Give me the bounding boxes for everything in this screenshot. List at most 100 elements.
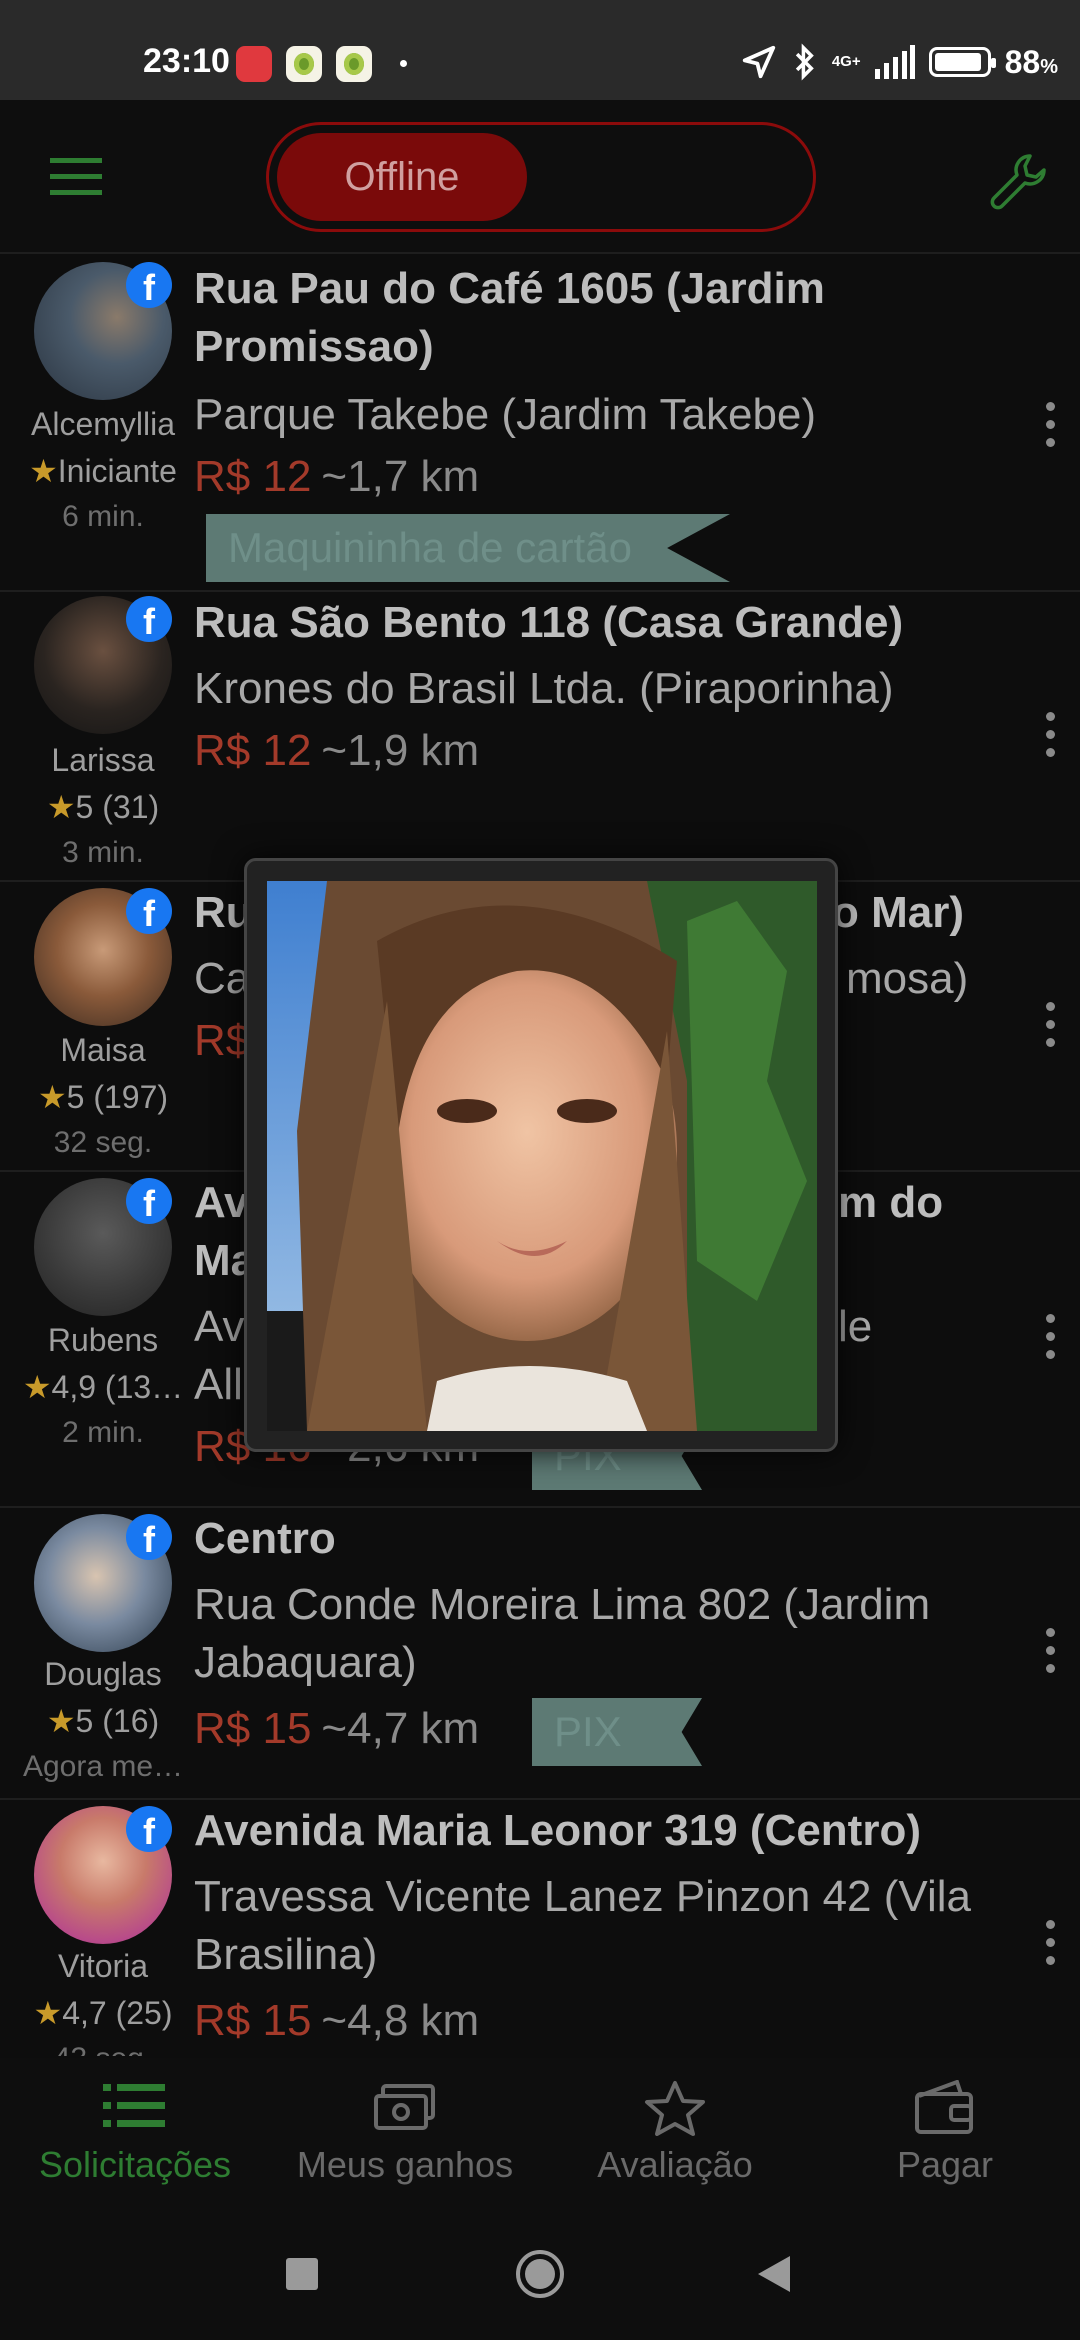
star-icon: ★	[33, 1995, 63, 2031]
payment-tag: PIX	[532, 1698, 702, 1766]
facebook-icon: f	[126, 1178, 172, 1224]
pickup-address: Centro	[194, 1514, 336, 1563]
profile-photo-popup[interactable]	[244, 858, 838, 1452]
ride-request-row[interactable]: f Larissa ★5 (31) 3 min. Rua São Bento 1…	[0, 592, 1080, 882]
status-bar: 23:10 4G+ 88%	[0, 0, 1080, 100]
facebook-icon: f	[126, 888, 172, 934]
home-button[interactable]	[514, 2248, 566, 2300]
request-time: 43 seg.	[0, 2042, 206, 2056]
bottom-navigation: Solicitações Meus ganhos Avaliação Pagar	[0, 2058, 1080, 2208]
dropoff-address-end: mosa)	[846, 954, 969, 1003]
more-notifications-dot	[400, 60, 407, 67]
client-rating: ★5 (197)	[37, 1079, 169, 1115]
more-options-icon[interactable]	[1046, 1314, 1058, 1360]
facebook-icon: f	[126, 262, 172, 308]
client-rating: ★4,7 (25)	[33, 1995, 173, 2031]
pickup-address-end: m do	[838, 1178, 944, 1227]
avocado-notification-icon	[286, 46, 322, 82]
system-indicators: 4G+ 88%	[740, 40, 1058, 84]
tab-pagar[interactable]: Pagar	[810, 2058, 1080, 2208]
star-icon: ★	[46, 1703, 76, 1739]
pickup-address: Rua São Bento 118 (Casa Grande)	[194, 598, 904, 647]
money-icon	[374, 2084, 435, 2130]
payment-tag: Maquininha de cartão	[206, 514, 730, 582]
star-icon	[645, 2081, 705, 2136]
tab-meus-ganhos[interactable]: Meus ganhos	[270, 2058, 540, 2208]
tab-label: Pagar	[896, 2144, 994, 2185]
fare-info: R$ 15 ~4,7 km	[194, 1704, 479, 1754]
clock: 23:10	[143, 42, 230, 80]
client-rating: ★5 (31)	[46, 789, 160, 825]
tab-label: Avaliação	[597, 2144, 753, 2185]
distance: ~1,9 km	[321, 726, 480, 775]
tab-solicitacoes[interactable]: Solicitações	[0, 2058, 270, 2208]
client-rating: ★4,9 (13…	[22, 1369, 184, 1405]
pickup-address: Avenida Maria Leonor 319 (Centro)	[194, 1806, 921, 1855]
client-name: Vitoria	[57, 1948, 149, 1984]
fare-info: R$ 12 ~1,7 km	[194, 452, 479, 502]
ride-request-row[interactable]: f Vitoria ★4,7 (25) 43 seg. Avenida Mari…	[0, 1800, 1080, 2056]
request-time: 6 min.	[62, 500, 144, 533]
client-name: Maisa	[60, 1032, 146, 1068]
request-time: 32 seg.	[53, 1126, 153, 1159]
wrench-settings-icon[interactable]	[986, 150, 1050, 214]
bluetooth-icon	[795, 43, 814, 81]
fare-info: R$ 15 ~4,8 km	[194, 1996, 479, 2046]
client-name: Larissa	[51, 742, 155, 778]
more-options-icon[interactable]	[1046, 1628, 1058, 1674]
pickup-address-end: o Mar)	[832, 888, 964, 937]
app-notification-icon	[236, 46, 272, 82]
ride-request-row[interactable]: f Douglas ★5 (16) Agora me… Centro Rua C…	[0, 1508, 1080, 1800]
client-name: Douglas	[44, 1656, 162, 1692]
fare: R$	[194, 1016, 251, 1065]
request-time: 3 min.	[62, 836, 144, 869]
back-button[interactable]	[756, 2254, 792, 2294]
more-options-icon[interactable]	[1046, 402, 1058, 448]
tab-avaliacao[interactable]: Avaliação	[540, 2058, 810, 2208]
fare: R$ 12	[194, 726, 312, 775]
facebook-icon: f	[126, 1806, 172, 1852]
dropoff-address-end: le	[838, 1302, 873, 1351]
battery-icon	[928, 47, 996, 77]
fare: R$ 12	[194, 452, 312, 501]
more-options-icon[interactable]	[1046, 712, 1058, 758]
top-toolbar: Offline	[0, 100, 1080, 254]
fare: R$ 15	[194, 1996, 312, 2045]
dropoff-address: Parque Takebe (Jardim Takebe)	[194, 390, 817, 439]
system-navigation-bar	[0, 2208, 1080, 2340]
more-options-icon[interactable]	[1046, 1002, 1058, 1048]
client-name: Rubens	[47, 1322, 159, 1358]
star-icon: ★	[37, 1079, 67, 1115]
tab-label: Solicitações	[38, 2144, 232, 2185]
fare-info: R$ 12 ~1,9 km	[194, 726, 479, 776]
star-icon: ★	[22, 1369, 52, 1405]
distance: ~4,8 km	[321, 1996, 480, 2045]
wallet-icon	[915, 2080, 973, 2134]
online-offline-toggle[interactable]: Offline	[266, 122, 816, 232]
star-icon: ★	[29, 453, 58, 489]
star-icon: ★	[46, 789, 76, 825]
distance: ~1,7 km	[321, 452, 480, 501]
dropoff-address: Travessa Vicente Lanez Pinzon 42 (Vila B…	[194, 1872, 971, 1979]
list-icon	[103, 2084, 165, 2127]
signal-icon	[874, 45, 915, 79]
facebook-icon: f	[126, 596, 172, 642]
dropoff-address: Rua Conde Moreira Lima 802 (Jardim Jabaq…	[194, 1580, 931, 1687]
offline-status-pill[interactable]: Offline	[277, 133, 527, 221]
client-rating: ★Iniciante	[29, 453, 177, 489]
ride-request-row[interactable]: f Alcemyllia ★Iniciante 6 min. Rua Pau d…	[0, 256, 1080, 592]
hamburger-menu-icon[interactable]	[50, 158, 106, 198]
request-time: 2 min.	[62, 1416, 144, 1449]
client-rating: ★5 (16)	[46, 1703, 160, 1739]
dropoff-address: Krones do Brasil Ltda. (Piraporinha)	[194, 664, 894, 713]
more-options-icon[interactable]	[1046, 1920, 1058, 1966]
profile-photo-image	[267, 881, 817, 1431]
request-time: Agora me…	[22, 1750, 184, 1783]
profile-photo	[267, 881, 817, 1431]
recent-apps-button[interactable]	[284, 2256, 320, 2292]
fare: R$ 15	[194, 1704, 312, 1753]
client-name: Alcemyllia	[30, 406, 176, 442]
battery-level: 88%	[1004, 43, 1058, 80]
avocado-notification-icon	[336, 46, 372, 82]
location-icon	[742, 45, 775, 79]
